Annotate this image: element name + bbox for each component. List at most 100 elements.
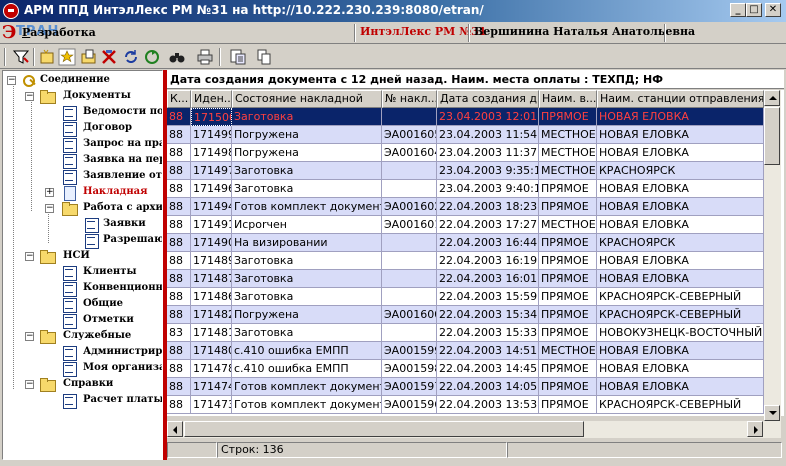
- refresh-icon[interactable]: [122, 48, 140, 66]
- cell-col-code: 88: [167, 234, 191, 252]
- close-button[interactable]: ✕: [765, 3, 781, 17]
- cell-col-message-type: ПРЯМОЕ: [539, 198, 597, 216]
- cell-col-state: На визировании: [232, 234, 382, 252]
- cell-col-created: 22.04.2003 15:33:41: [437, 324, 539, 342]
- cell-col-number: [382, 288, 437, 306]
- cell-col-created: 22.04.2003 14:05:52: [437, 378, 539, 396]
- table-row[interactable]: 88171473Готов комплект документовЭА00159…: [167, 396, 764, 414]
- minimize-button[interactable]: _: [730, 3, 746, 17]
- print-icon[interactable]: [196, 48, 214, 66]
- recycle-icon[interactable]: [143, 48, 161, 66]
- table-row[interactable]: 88171487Заготовка 22.04.2003 16:01:11ПРЯМ…: [167, 270, 764, 288]
- table-row[interactable]: 88 171499 Погружена ЭА001605 23.04.2003 11:5…: [167, 126, 764, 144]
- header-col-message-type[interactable]: Наим. в...: [539, 90, 597, 108]
- filter-text: Дата создания документа с 12 дней назад.…: [170, 73, 664, 86]
- collapse-icon[interactable]: −: [7, 76, 16, 85]
- table-row[interactable]: 88171494Готов комплект документовЭА00160…: [167, 198, 764, 216]
- menu-development[interactable]: Разработка: [22, 26, 96, 39]
- table-row[interactable]: 88171474Готов комплект документовЭА00159…: [167, 378, 764, 396]
- horizontal-scroll-thumb[interactable]: [184, 421, 584, 437]
- cell-col-message-type: МЕСТНОЕ: [539, 216, 597, 234]
- cell-col-message-type: МЕСТНОЕ: [539, 144, 597, 162]
- cell-col-station: КРАСНОЯРСК-СЕВЕРНЫЙ: [597, 396, 764, 414]
- cell-col-message-type: ПРЯМОЕ: [539, 252, 597, 270]
- tree-node-label: Общие: [83, 298, 123, 309]
- form-icon: [61, 281, 77, 297]
- tree-node-label: Конвенционные: [83, 282, 163, 293]
- table-row[interactable]: 88 171497 Заготовка 23.04.2003 9:35:18 МЕСТН…: [167, 162, 764, 180]
- tree-node-label: Заявки: [103, 218, 146, 229]
- navigation-tree[interactable]: − Соединение − Документы Ведомости пода …: [2, 70, 163, 460]
- tree-line: [13, 83, 14, 389]
- title-bar[interactable]: АРМ ППД ИнтэлЛекс РМ №31 на http://10.22…: [0, 0, 786, 22]
- collapse-icon[interactable]: −: [25, 252, 34, 261]
- table-row[interactable]: 88171490На визировании 22.04.2003 16:44:5…: [167, 234, 764, 252]
- scroll-left-icon[interactable]: [167, 421, 183, 437]
- new-document-icon[interactable]: [38, 48, 56, 66]
- collapse-icon[interactable]: −: [25, 92, 34, 101]
- cell-col-id: 171482: [191, 306, 232, 324]
- cell-col-code: 88: [167, 288, 191, 306]
- cancel-icon[interactable]: [100, 48, 118, 66]
- collapse-icon[interactable]: −: [25, 332, 34, 341]
- cell-col-number: ЭА001605: [382, 126, 437, 144]
- scroll-up-icon[interactable]: [764, 90, 780, 106]
- cell-col-number: [382, 162, 437, 180]
- binoculars-icon[interactable]: [168, 48, 186, 66]
- row-count: Строк: 136: [217, 442, 507, 458]
- cell-col-number: [382, 180, 437, 198]
- table-row[interactable]: 88 171491 Исporчен ЭА001601 22.04.2003 17:27…: [167, 216, 764, 234]
- cell-col-station: КРАСНОЯРСК: [597, 162, 764, 180]
- cell-col-created: 22.04.2003 15:59:41: [437, 288, 539, 306]
- maximize-button[interactable]: □: [746, 3, 762, 17]
- table-row[interactable]: 88 171480 с.410 ошибка ЕМПП ЭА001599 22.04.2…: [167, 342, 764, 360]
- form-icon: [61, 153, 77, 169]
- table-row[interactable]: 88171489Заготовка 22.04.2003 16:19:03ПРЯМ…: [167, 252, 764, 270]
- header-col-state[interactable]: Состояние накладной: [232, 90, 382, 108]
- header-col-station[interactable]: Наим. станции отправления: [597, 90, 764, 108]
- cell-col-id: 171491: [191, 216, 232, 234]
- app-icon[interactable]: [3, 3, 19, 19]
- filter-icon[interactable]: [12, 48, 30, 66]
- header-col-id[interactable]: Иден...: [191, 90, 232, 108]
- header-col-number[interactable]: № накл...: [382, 90, 437, 108]
- table-row[interactable]: 88 171496 Заготовка 23.04.2003 9:40:16 ПРЯМО…: [167, 180, 764, 198]
- header-col-code[interactable]: К...: [167, 90, 191, 108]
- scroll-right-icon[interactable]: [747, 421, 763, 437]
- tree-node-label: Отметки: [83, 314, 134, 325]
- document-list-pane: Дата создания документа с 12 дней назад.…: [167, 70, 786, 460]
- vertical-scroll-thumb[interactable]: [764, 107, 780, 165]
- collapse-icon[interactable]: −: [45, 204, 54, 213]
- horizontal-scrollbar[interactable]: [167, 421, 781, 438]
- form-icon: [61, 393, 77, 409]
- form-icon: [61, 265, 77, 281]
- cell-col-created: 23.04.2003 9:35:18: [437, 162, 539, 180]
- cell-col-created: 22.04.2003 15:34:23: [437, 306, 539, 324]
- cell-col-created: 22.04.2003 14:45:26: [437, 360, 539, 378]
- header-col-created[interactable]: Дата создания д...: [437, 90, 539, 108]
- cell-col-id: 171473: [191, 396, 232, 414]
- table-row[interactable]: 88 171478 с.410 ошибка ЕМПП ЭА001598 22.04.2…: [167, 360, 764, 378]
- table-row[interactable]: 88171486Заготовка 22.04.2003 15:59:41ПРЯМ…: [167, 288, 764, 306]
- expand-icon[interactable]: +: [45, 188, 54, 197]
- vertical-scrollbar[interactable]: [764, 90, 781, 421]
- waybill-table[interactable]: К... Иден... Состояние накладной № накл... Д…: [167, 90, 784, 416]
- table-row[interactable]: 88 171482 Погружена ЭА001600 22.04.2003 15:3…: [167, 306, 764, 324]
- cell-col-id: 171480: [191, 342, 232, 360]
- table-row[interactable]: 88 171498 Погружена ЭА001604 23.04.2003 11:3…: [167, 144, 764, 162]
- copy-icon[interactable]: [255, 48, 273, 66]
- collapse-icon[interactable]: −: [25, 380, 34, 389]
- scroll-down-icon[interactable]: [764, 405, 780, 421]
- toolbar-separator: [4, 48, 6, 66]
- cell-col-state: Заготовка: [232, 252, 382, 270]
- cell-col-state: Заготовка: [232, 270, 382, 288]
- tree-node-label: Расчет платы: [83, 394, 163, 405]
- table-row[interactable]: 83171481Заготовка 22.04.2003 15:33:41ПРЯМ…: [167, 324, 764, 342]
- cell-col-id: 171497: [191, 162, 232, 180]
- table-row[interactable]: 88171500Заготовка 23.04.2003 12:01:39ПРЯМ…: [167, 108, 764, 126]
- cell-col-created: 23.04.2003 11:37:54: [437, 144, 539, 162]
- report-icon[interactable]: [229, 48, 247, 66]
- open-document-icon[interactable]: [80, 48, 98, 66]
- cell-col-created: 22.04.2003 14:51:53: [437, 342, 539, 360]
- star-icon[interactable]: [58, 48, 76, 66]
